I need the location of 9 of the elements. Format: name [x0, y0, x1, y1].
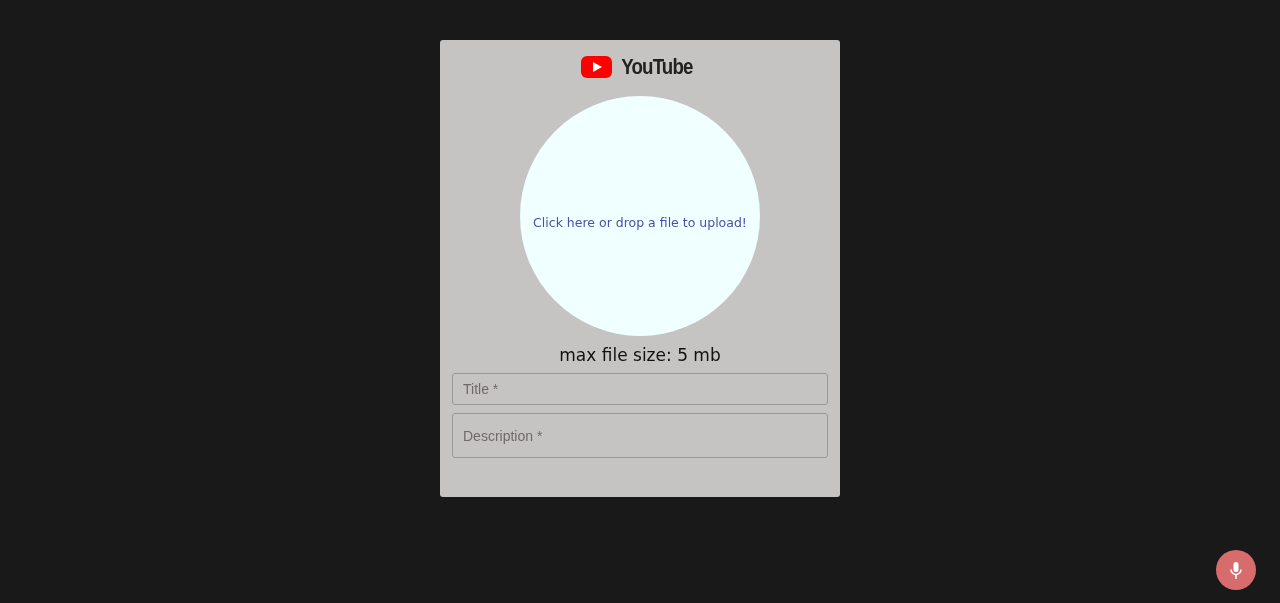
- upload-dropzone[interactable]: Click here or drop a file to upload!: [520, 96, 760, 336]
- microphone-icon: [1230, 561, 1242, 579]
- logo-text: YouTube: [621, 54, 693, 80]
- play-logo-icon: [581, 56, 613, 78]
- max-size-note: max file size: 5 mb: [559, 345, 721, 365]
- title-field[interactable]: Title *: [452, 373, 828, 405]
- microphone-button[interactable]: [1216, 550, 1256, 590]
- description-field[interactable]: Description *: [452, 413, 828, 458]
- upload-prompt: Click here or drop a file to upload!: [533, 214, 747, 230]
